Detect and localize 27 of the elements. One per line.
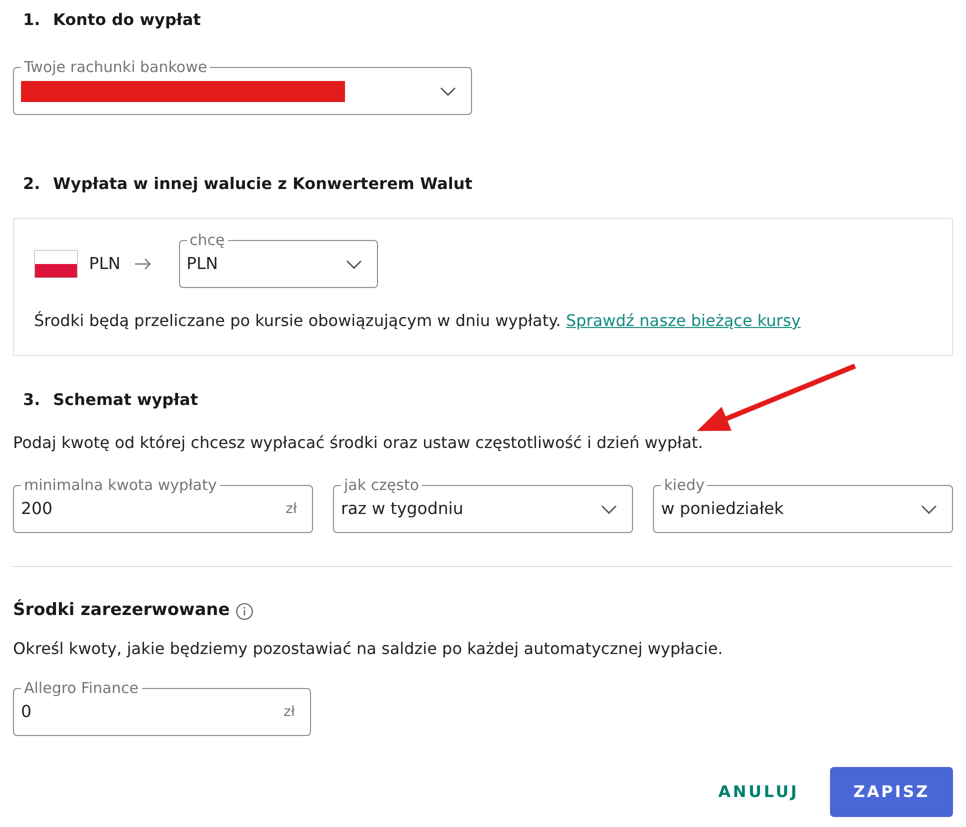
save-button[interactable]: ZAPISZ xyxy=(830,767,953,817)
select-field[interactable]: chcę PLN xyxy=(178,232,378,288)
chevron-down-icon xyxy=(346,260,362,268)
section-number: 3. xyxy=(23,389,42,411)
select-field[interactable]: jak często raz w tygodniu xyxy=(333,477,633,533)
rate-note: Środki będą przeliczane po kursie obowiązującym w dniu wypłaty. Sprawdź nasze bieżące kursy xyxy=(34,311,802,331)
section-number: 2. xyxy=(23,173,42,195)
info-icon[interactable] xyxy=(236,602,253,620)
section-number: 1. xyxy=(23,9,42,31)
reserved-description: Określ kwoty, jakie będziemy pozostawiać na saldzie po każdej automatycznej wypłacie. xyxy=(13,638,724,660)
schedule-description: Podaj kwotę od której chcesz wypłacać środki oraz ustaw częstotliwość i dzień wypłat. xyxy=(13,432,704,454)
section-title: Wypłata w innej walucie z Konwerterem Walut xyxy=(53,173,472,195)
section-title: Konto do wypłat xyxy=(53,9,201,31)
chevron-down-icon xyxy=(440,86,456,96)
chevron-down-icon xyxy=(601,504,617,514)
rates-link[interactable]: Sprawdź nasze bieżące kursy xyxy=(566,311,801,330)
amount-field[interactable]: Allegro Finance 0 zł xyxy=(13,680,311,736)
select-field[interactable]: kiedy w poniedziałek xyxy=(653,477,953,533)
cancel-button[interactable]: ANULUJ xyxy=(704,767,813,817)
section-title: Schemat wypłat xyxy=(53,389,198,411)
arrow-right-icon xyxy=(134,258,150,270)
chevron-down-icon xyxy=(921,504,937,514)
flag-icon xyxy=(34,250,78,278)
select-field[interactable]: Twoje rachunki bankowe xyxy=(13,59,472,115)
reserved-title: Środki zarezerwowane xyxy=(13,598,230,622)
amount-field[interactable]: minimalna kwota wypłaty 200 zł xyxy=(13,477,313,533)
currency-code: PLN xyxy=(89,252,120,275)
